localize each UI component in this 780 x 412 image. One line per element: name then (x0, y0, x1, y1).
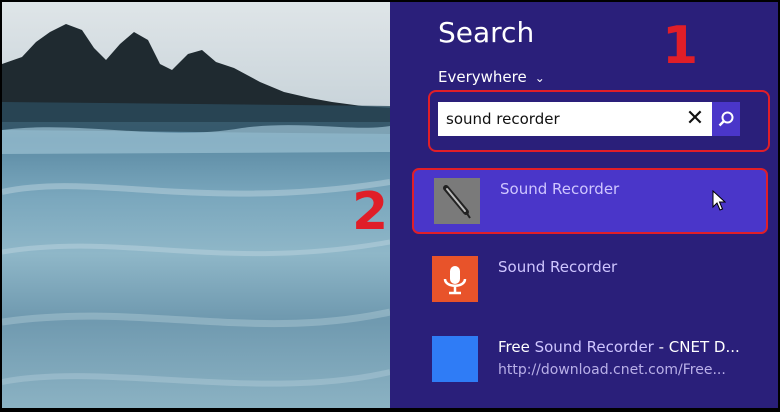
chevron-down-icon: ⌄ (534, 71, 545, 85)
search-result-sound-recorder-app[interactable]: Sound Recorder (412, 248, 764, 310)
result-url: http://download.cnet.com/Free... (498, 362, 726, 378)
result-label-prefix: Free (498, 338, 535, 356)
annotation-number-1: 1 (662, 16, 699, 76)
search-charm-panel: Search Everywhere ⌄ 1 ✕ 2 (352, 2, 778, 408)
search-input[interactable] (446, 102, 666, 136)
clear-icon[interactable]: ✕ (684, 108, 706, 130)
microphone-app-icon (432, 256, 478, 302)
microphone-desktop-icon (434, 178, 480, 224)
result-label-suffix: - CNET D... (653, 338, 740, 356)
result-label-match: Sound Recorder (534, 338, 654, 356)
search-scope-label: Everywhere (438, 68, 527, 86)
search-box-highlight: ✕ (428, 90, 770, 152)
wallpaper-landscape (2, 24, 390, 387)
screenshot-frame: Search Everywhere ⌄ 1 ✕ 2 (2, 2, 778, 408)
search-box: ✕ (438, 102, 740, 136)
panel-title: Search (438, 16, 535, 49)
mouse-cursor-icon (712, 190, 726, 211)
annotation-number-2: 2 (352, 182, 389, 242)
search-result-cnet-download[interactable]: Free Sound Recorder - CNET D... http://d… (412, 328, 764, 390)
search-icon (718, 111, 734, 127)
result-label: Free Sound Recorder - CNET D... (498, 338, 740, 356)
result-label: Sound Recorder (498, 258, 618, 276)
desktop-wallpaper (2, 2, 390, 408)
result-label: Sound Recorder (500, 180, 620, 198)
search-button[interactable] (712, 102, 740, 136)
search-scope-dropdown[interactable]: Everywhere ⌄ (438, 68, 545, 86)
web-result-tile-icon (432, 336, 478, 382)
